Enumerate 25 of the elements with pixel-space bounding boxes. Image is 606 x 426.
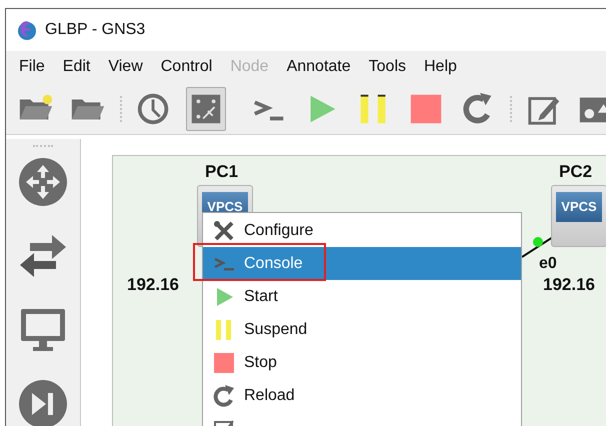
screen-label: VPCS bbox=[556, 192, 602, 222]
stop-icon bbox=[212, 350, 236, 374]
router-icon[interactable] bbox=[18, 157, 68, 207]
skip-forward-icon[interactable] bbox=[18, 379, 68, 426]
menu-item[interactable]: Annotate bbox=[280, 55, 357, 79]
reload-icon bbox=[212, 384, 236, 408]
app-logo-icon bbox=[16, 19, 38, 41]
context-menu-item[interactable]: Stop bbox=[203, 346, 521, 379]
menu-item[interactable]: Help bbox=[418, 55, 463, 79]
pc-node[interactable]: VPCS bbox=[551, 185, 606, 247]
node-label: PC1 bbox=[205, 161, 238, 183]
ip-address: 192.16 bbox=[127, 274, 179, 296]
menu-item[interactable]: Tools bbox=[362, 55, 412, 79]
window-title: GLBP - GNS3 bbox=[45, 20, 146, 40]
menu-item[interactable]: Edit bbox=[56, 55, 96, 79]
menu-item[interactable]: Control bbox=[154, 55, 218, 79]
ip-address: 192.16 bbox=[543, 274, 595, 296]
context-menu-item[interactable]: Start bbox=[203, 280, 521, 313]
port-label: e0 bbox=[539, 254, 557, 274]
menu-item[interactable]: View bbox=[102, 55, 149, 79]
menu-item[interactable]: File bbox=[13, 55, 51, 79]
node-label: PC2 bbox=[559, 161, 592, 183]
context-menu-item[interactable]: Suspend bbox=[203, 313, 521, 346]
context-menu-item[interactable]: Console bbox=[203, 247, 521, 280]
context-menu-item[interactable]: Reload bbox=[203, 379, 521, 412]
